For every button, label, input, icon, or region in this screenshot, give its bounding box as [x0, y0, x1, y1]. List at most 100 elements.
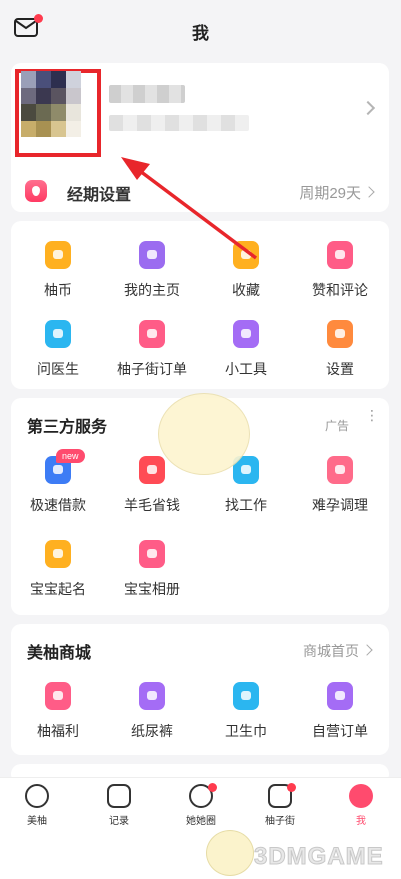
period-settings-label: 经期设置 [67, 187, 132, 204]
mascot-watermark [158, 393, 250, 475]
chevron-right-icon[interactable] [361, 644, 373, 656]
fertility-icon [327, 456, 353, 484]
mall-item-label: 柚福利 [37, 723, 79, 739]
username-blurred [109, 85, 185, 103]
avatar-mosaic-tile [66, 87, 81, 104]
mall-item-label: 纸尿裤 [131, 723, 173, 739]
menu-item-my-homepage[interactable]: 我的主页 [105, 241, 199, 300]
menu-item-ask-doctor[interactable]: 问医生 [11, 320, 105, 379]
pad-icon [233, 682, 259, 710]
avatar-mosaic-tile [51, 71, 66, 88]
tab-shop[interactable]: 柚子街 [245, 783, 315, 827]
mall-item-own-orders[interactable]: 自营订单 [293, 682, 387, 741]
top-bar: 我 [0, 0, 401, 58]
rocking-horse-icon [139, 540, 165, 568]
order-icon [139, 320, 165, 348]
menu-item-tools[interactable]: 小工具 [199, 320, 293, 379]
service-item-label: 极速借款 [30, 497, 86, 513]
calendar-icon [107, 784, 131, 808]
avatar-mosaic-tile [51, 87, 66, 104]
more-options-icon[interactable]: ⋮ [365, 408, 379, 422]
avatar-mosaic-tile [36, 104, 51, 121]
tab-community[interactable]: 她她圈 [166, 783, 236, 827]
order-list-icon [327, 682, 353, 710]
menu-item-label: 小工具 [225, 361, 267, 377]
tab-me[interactable]: 我 [326, 784, 396, 827]
mall-item-diapers[interactable]: 纸尿裤 [105, 682, 199, 741]
profile-card[interactable]: 经期设置 周期29天 [11, 63, 389, 212]
period-settings-row[interactable]: 经期设置 周期29天 [11, 169, 389, 212]
service-item-baby-album[interactable]: 宝宝相册 [105, 540, 199, 599]
mall-home-link[interactable]: 商城首页 [303, 641, 359, 661]
menu-item-settings[interactable]: 设置 [293, 320, 387, 379]
service-item-label: 宝宝相册 [124, 581, 180, 597]
user-icon [139, 241, 165, 269]
tools-icon [233, 320, 259, 348]
community-icon [189, 783, 217, 808]
mall-item-label: 卫生巾 [225, 723, 267, 739]
avatar-mosaic-tile [21, 71, 36, 88]
bottom-tab-bar: 美柚 记录 她她圈 柚子街 我 [0, 777, 401, 835]
service-item-label: 宝宝起名 [30, 581, 86, 597]
period-drop-icon [25, 180, 47, 202]
tab-meiyou[interactable]: 美柚 [2, 784, 72, 827]
like-icon [327, 241, 353, 269]
ad-label: 广告 [324, 419, 349, 433]
gift-icon [45, 682, 71, 710]
menu-item-label: 赞和评论 [312, 282, 368, 298]
avatar-mosaic-tile [21, 87, 36, 104]
menu-item-likes-comments[interactable]: 赞和评论 [293, 241, 387, 300]
service-item-baby-naming[interactable]: 宝宝起名 [11, 540, 105, 599]
name-card-icon [45, 540, 71, 568]
avatar-mosaic-tile [51, 104, 66, 121]
menu-item-label: 柚币 [44, 282, 72, 298]
profile-icon [349, 784, 373, 808]
notification-dot [287, 783, 296, 792]
period-cycle-value: 周期29天 [299, 185, 361, 202]
chevron-right-icon [363, 186, 375, 198]
service-item-fertility[interactable]: 难孕调理 [293, 456, 387, 515]
watermark-text: 3DMGAME [254, 843, 384, 871]
menu-item-shop-orders[interactable]: 柚子街订单 [105, 320, 199, 379]
avatar-mosaic-tile [66, 104, 81, 121]
tab-record[interactable]: 记录 [84, 784, 154, 827]
avatar-mosaic-tile [66, 71, 81, 88]
service-item-quick-loan[interactable]: 极速借款 [11, 456, 105, 515]
diaper-icon [139, 682, 165, 710]
tab-label: 我 [356, 816, 366, 827]
user-subtitle-blurred [109, 115, 249, 131]
coin-icon [45, 241, 71, 269]
avatar[interactable] [21, 71, 81, 137]
chevron-right-icon[interactable] [360, 100, 376, 116]
menu-item-label: 设置 [326, 361, 354, 377]
tab-label: 美柚 [27, 816, 47, 827]
service-item-label: 找工作 [225, 497, 267, 513]
medical-cross-icon [45, 320, 71, 348]
meiyou-home-icon [25, 784, 49, 808]
mall-item-welfare[interactable]: 柚福利 [11, 682, 105, 741]
mall-card: 美柚商城 商城首页 柚福利 纸尿裤 卫生巾 自营订单 [11, 624, 389, 755]
menu-item-label: 我的主页 [124, 282, 180, 298]
avatar-mosaic-tile [36, 120, 51, 137]
notification-dot [208, 783, 217, 792]
avatar-mosaic-tile [21, 120, 36, 137]
service-item-label: 难孕调理 [312, 497, 368, 513]
star-icon [233, 241, 259, 269]
avatar-mosaic-tile [66, 120, 81, 137]
avatar-mosaic-tile [36, 87, 51, 104]
feature-menu-card: 柚币 我的主页 收藏 赞和评论 问医生 柚子街订单 小工具 设置 [11, 221, 389, 389]
menu-item-coins[interactable]: 柚币 [11, 241, 105, 300]
watermark-logo-icon [206, 830, 254, 876]
savings-icon [139, 456, 165, 484]
settings-icon [327, 320, 353, 348]
shop-bag-icon [268, 783, 296, 808]
menu-item-label: 收藏 [232, 282, 260, 298]
avatar-mosaic-tile [36, 71, 51, 88]
new-badge: new [56, 449, 85, 463]
menu-item-label: 问医生 [37, 361, 79, 377]
mall-item-sanitary-pads[interactable]: 卫生巾 [199, 682, 293, 741]
avatar-mosaic-tile [21, 104, 36, 121]
menu-item-favorites[interactable]: 收藏 [199, 241, 293, 300]
tab-label: 她她圈 [186, 816, 216, 827]
section-title: 美柚商城 [27, 645, 92, 662]
